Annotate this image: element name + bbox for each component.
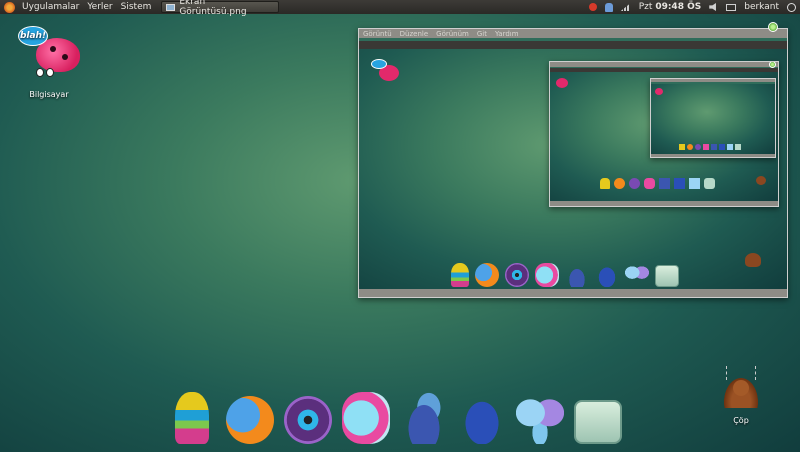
desktop-icon-label: Bilgisayar — [29, 90, 69, 99]
ubuntu-logo-icon[interactable] — [4, 1, 15, 13]
screenshot-menubar: Görüntü Düzenle Görünüm Git Yardım — [359, 29, 787, 38]
desktop-icon-computer[interactable]: blah! Bilgisayar — [14, 24, 84, 99]
window-corner-gem-icon[interactable] — [768, 22, 778, 32]
clock[interactable]: Pzt 09:48 ÖS — [639, 2, 701, 12]
menu-view[interactable]: Görünüm — [432, 30, 473, 38]
nested-screenshot-window-2 — [650, 78, 776, 158]
image-file-icon — [166, 3, 176, 11]
menu-system[interactable]: Sistem — [117, 2, 156, 12]
top-panel: Uygulamalar Yerler Sistem Ekran Görüntüs… — [0, 0, 800, 17]
bug-eyes-icon — [36, 68, 54, 77]
indicator-area: Pzt 09:48 ÖS berkant — [585, 0, 800, 14]
screenshot-preview-window[interactable]: Görüntü Düzenle Görünüm Git Yardım — [358, 28, 788, 298]
eye-icon[interactable] — [284, 396, 332, 444]
inner-desktop — [359, 49, 787, 289]
network-icon[interactable] — [620, 3, 631, 11]
menu-image[interactable]: Görüntü — [359, 30, 396, 38]
inner-computer-icon — [371, 59, 399, 83]
desktop-icon-trash[interactable]: Çöp — [712, 364, 770, 425]
user-icon[interactable] — [604, 2, 613, 12]
menu-applications[interactable]: Uygulamalar — [18, 2, 83, 12]
trash-poop-icon — [724, 366, 758, 408]
desktop-icon-label: Çöp — [733, 416, 749, 425]
nested-screenshot-window — [549, 61, 779, 207]
mail-icon[interactable] — [726, 3, 737, 11]
menu-places[interactable]: Yerler — [83, 2, 116, 12]
firefox-icon[interactable] — [226, 396, 274, 444]
dock — [168, 392, 622, 444]
inner-trash-icon — [745, 253, 761, 267]
alert-icon[interactable] — [588, 3, 597, 11]
screenshot-statusbar — [359, 289, 787, 297]
menu-edit[interactable]: Düzenle — [396, 30, 433, 38]
blah-bubble: blah! — [18, 26, 48, 46]
volume-icon[interactable] — [709, 3, 718, 11]
inner-dock — [451, 263, 679, 287]
user-menu[interactable]: berkant — [744, 2, 779, 12]
power-icon[interactable] — [787, 2, 796, 12]
owl-icon[interactable] — [175, 392, 209, 444]
frog-icon[interactable] — [400, 392, 448, 444]
menu-help[interactable]: Yardım — [491, 30, 523, 38]
inner-top-panel — [359, 41, 787, 49]
taskbar-button-label: Ekran Görüntüsü.png — [179, 0, 247, 17]
user-name: berkant — [744, 2, 779, 12]
menu-go[interactable]: Git — [473, 30, 491, 38]
frog-blue-icon[interactable] — [458, 392, 506, 444]
taskbar-button-screenshot[interactable]: Ekran Görüntüsü.png — [161, 0, 280, 17]
bag-icon[interactable] — [574, 400, 622, 444]
clock-time: 09:48 ÖS — [655, 2, 702, 12]
coin-icon[interactable] — [342, 392, 390, 444]
clock-day: Pzt — [638, 2, 653, 12]
butterfly-icon[interactable] — [516, 392, 564, 444]
